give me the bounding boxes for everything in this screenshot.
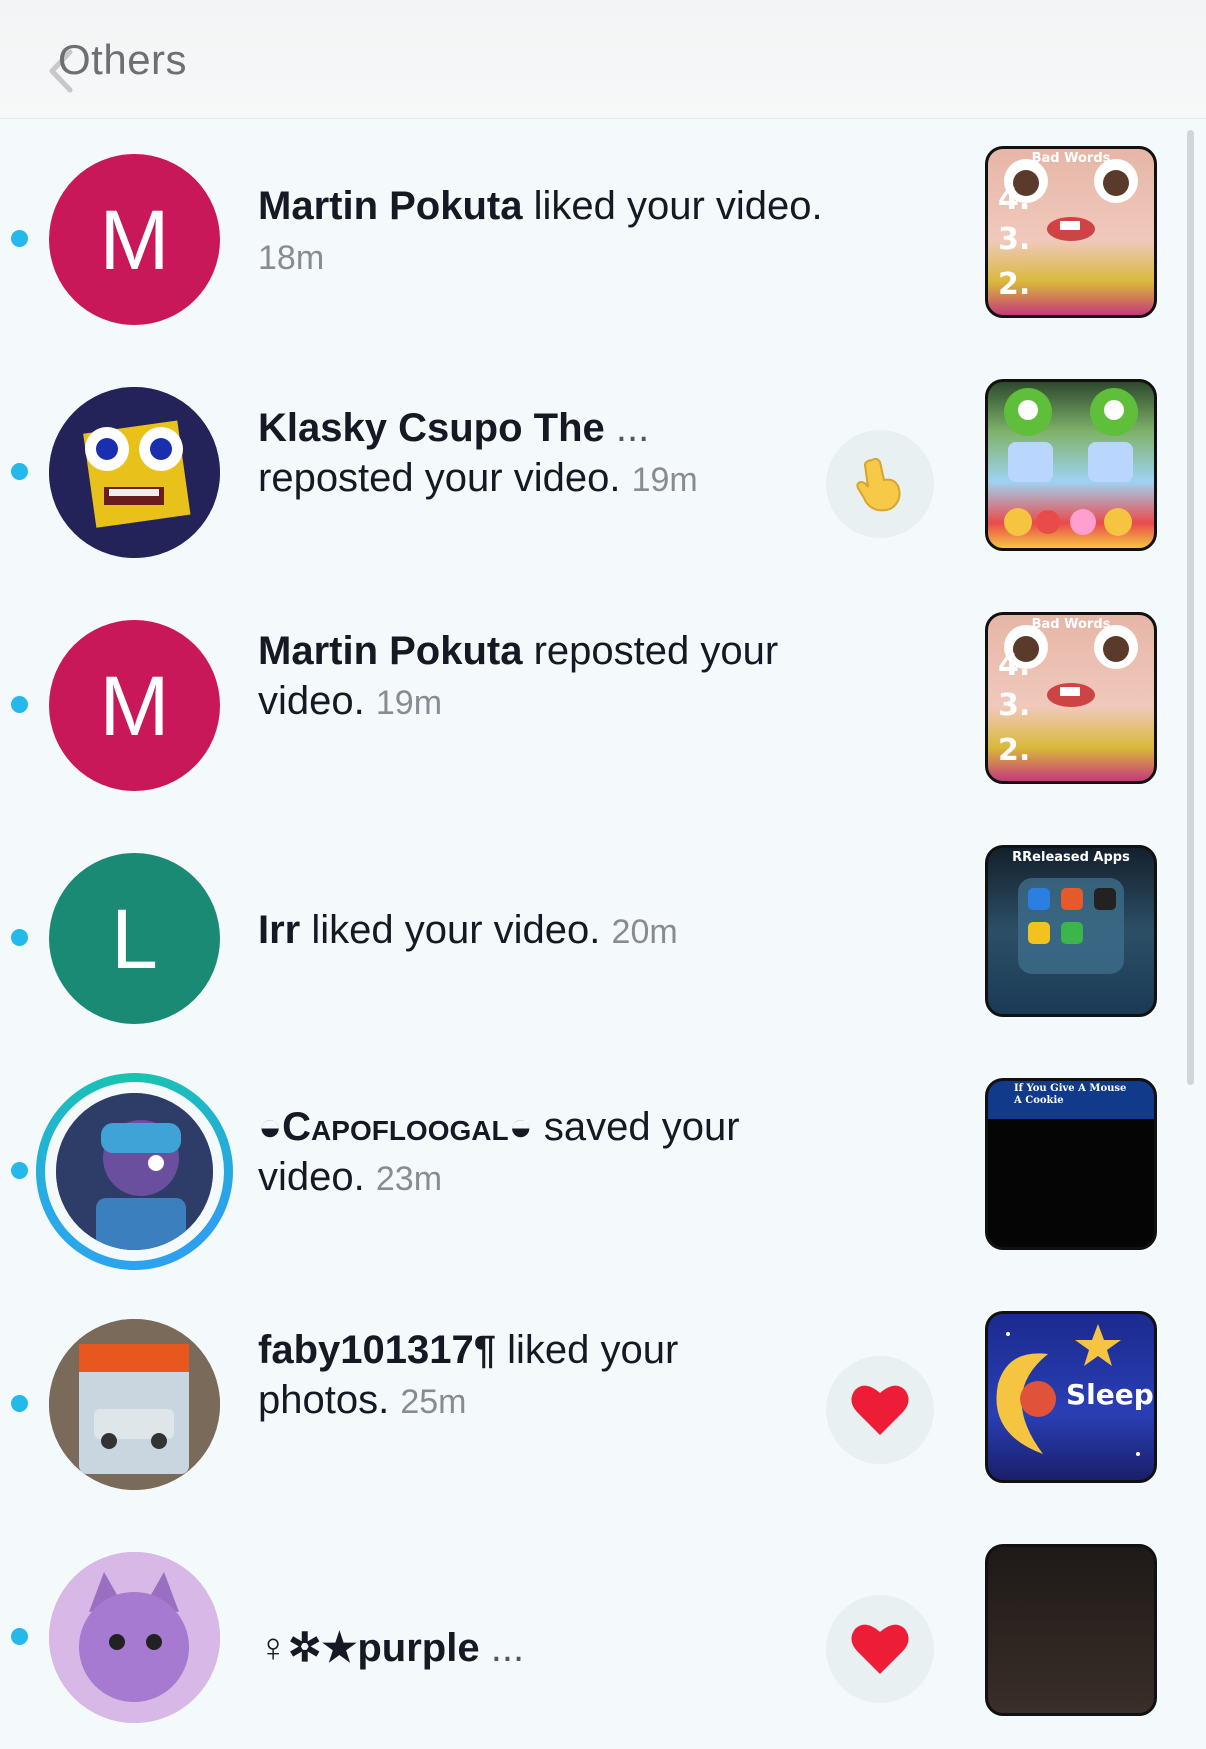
unread-dot [11, 1628, 28, 1645]
pointing-hand-icon [856, 457, 901, 512]
sleep-dream-caption: Sleep Dream [1066, 1378, 1154, 1411]
user-name[interactable]: faby101317¶ [258, 1328, 496, 1372]
action-text: liked your video. [300, 908, 601, 952]
notification-text: faby101317¶ liked your photos. 25m [258, 1325, 818, 1427]
timestamp: 23m [375, 1160, 443, 1198]
avatar[interactable] [49, 1552, 220, 1723]
avatar-letter: L [111, 891, 158, 986]
unread-dot [11, 1395, 28, 1412]
scrollbar[interactable] [1187, 130, 1194, 1085]
timestamp: 19m [375, 684, 443, 722]
avatar[interactable] [49, 1319, 220, 1490]
heart-icon [851, 1385, 909, 1435]
unread-dot [11, 230, 28, 247]
notification-list: M Martin Pokuta liked your video. 18m Ba… [0, 118, 1206, 1723]
avatar-letter: M [99, 192, 170, 287]
action-text: reposted your video. [258, 456, 621, 500]
video-thumbnail[interactable]: Bad Words 4. 3. 2. [985, 612, 1157, 784]
notification-row[interactable]: ◒Capofloogal◒ saved your video. 23m If Y… [0, 1050, 1206, 1283]
heart-icon [851, 1624, 909, 1674]
user-name[interactable]: ◒Capofloogal◒ [258, 1105, 533, 1149]
notification-row[interactable]: L Irr liked your video. 20m RReleased Ap… [0, 817, 1206, 1050]
action-text: liked your video. [522, 184, 823, 228]
notification-row[interactable]: M Martin Pokuta reposted your video. 19m… [0, 584, 1206, 817]
notification-row[interactable]: M Martin Pokuta liked your video. 18m Ba… [0, 118, 1206, 351]
name-ellipsis: ... [604, 406, 650, 450]
svg-text:2.: 2. [998, 267, 1030, 302]
thumbnail-caption: Bad Words [1031, 151, 1111, 166]
svg-text:4.: 4. [998, 182, 1030, 217]
svg-text:3.: 3. [998, 688, 1030, 723]
avatar[interactable] [56, 1093, 213, 1250]
video-thumbnail[interactable]: RReleased Apps [985, 845, 1157, 1017]
avatar-letter: M [99, 658, 170, 753]
avatar[interactable]: M [49, 154, 220, 325]
user-name[interactable]: Martin Pokuta [258, 184, 522, 228]
purple-cat-avatar-image [49, 1552, 220, 1723]
thumbnail-caption: If You Give A Mouse A Cookie [1014, 1083, 1127, 1106]
video-thumbnail[interactable] [985, 379, 1157, 551]
unread-dot [11, 696, 28, 713]
thumbnail-caption: Bad Words [1031, 617, 1111, 632]
svg-text:3.: 3. [998, 222, 1030, 257]
like-button[interactable] [826, 1595, 934, 1703]
notification-text: Martin Pokuta liked your video. 18m [258, 181, 858, 283]
header-bar: Others [0, 0, 1206, 119]
timestamp: 20m [611, 913, 678, 951]
unread-dot [11, 929, 28, 946]
user-name[interactable]: Irr [258, 908, 300, 952]
notification-row[interactable]: faby101317¶ liked your photos. 25m Sleep… [0, 1283, 1206, 1516]
character-avatar-image [56, 1093, 213, 1250]
svg-text:2.: 2. [998, 733, 1030, 768]
video-thumbnail[interactable] [985, 1544, 1157, 1716]
name-ellipsis: ... [479, 1626, 525, 1670]
notification-row[interactable]: Klasky Csupo The ... reposted your video… [0, 351, 1206, 584]
notification-row[interactable]: ♀✲★purple ... [0, 1516, 1206, 1749]
timestamp: 19m [631, 461, 698, 499]
birthday-scene-image [1004, 388, 1138, 536]
cartoon-face-image: 4. 3. 2. [998, 625, 1138, 768]
klasky-csupo-avatar-image [49, 387, 220, 558]
like-button[interactable] [826, 1356, 934, 1464]
video-thumbnail[interactable]: Sleep Dream [985, 1311, 1157, 1483]
avatar[interactable] [49, 387, 220, 558]
svg-text:4.: 4. [998, 648, 1030, 683]
user-name[interactable]: Martin Pokuta [258, 629, 522, 673]
hot-wheels-avatar-image [49, 1319, 220, 1490]
video-thumbnail[interactable]: If You Give A Mouse A Cookie [985, 1078, 1157, 1250]
thumbnail-caption: RReleased Apps [1012, 850, 1130, 865]
notification-text: ♀✲★purple ... [258, 1623, 858, 1673]
unread-dot [11, 463, 28, 480]
reaction-button[interactable] [826, 430, 934, 538]
timestamp: 18m [258, 239, 325, 277]
avatar[interactable]: M [49, 620, 220, 791]
app-folder-image [1018, 878, 1124, 974]
user-name[interactable]: Klasky Csupo The [258, 406, 605, 450]
notification-text: Irr liked your video. 20m [258, 905, 858, 957]
unread-dot [11, 1162, 28, 1179]
avatar[interactable]: L [49, 853, 220, 1024]
video-thumbnail[interactable]: Bad Words 4. 3. 2. [985, 146, 1157, 318]
notification-text: ◒Capofloogal◒ saved your video. 23m [258, 1102, 838, 1204]
page-title: Others [58, 36, 188, 83]
notification-text: Martin Pokuta reposted your video. 19m [258, 626, 838, 728]
cartoon-face-image: 4. 3. 2. [998, 159, 1138, 302]
user-name[interactable]: ♀✲★purple [258, 1626, 480, 1670]
notification-text: Klasky Csupo The ... reposted your video… [258, 403, 858, 505]
timestamp: 25m [400, 1383, 467, 1421]
sleep-dream-image: Sleep Dream [996, 1324, 1154, 1456]
